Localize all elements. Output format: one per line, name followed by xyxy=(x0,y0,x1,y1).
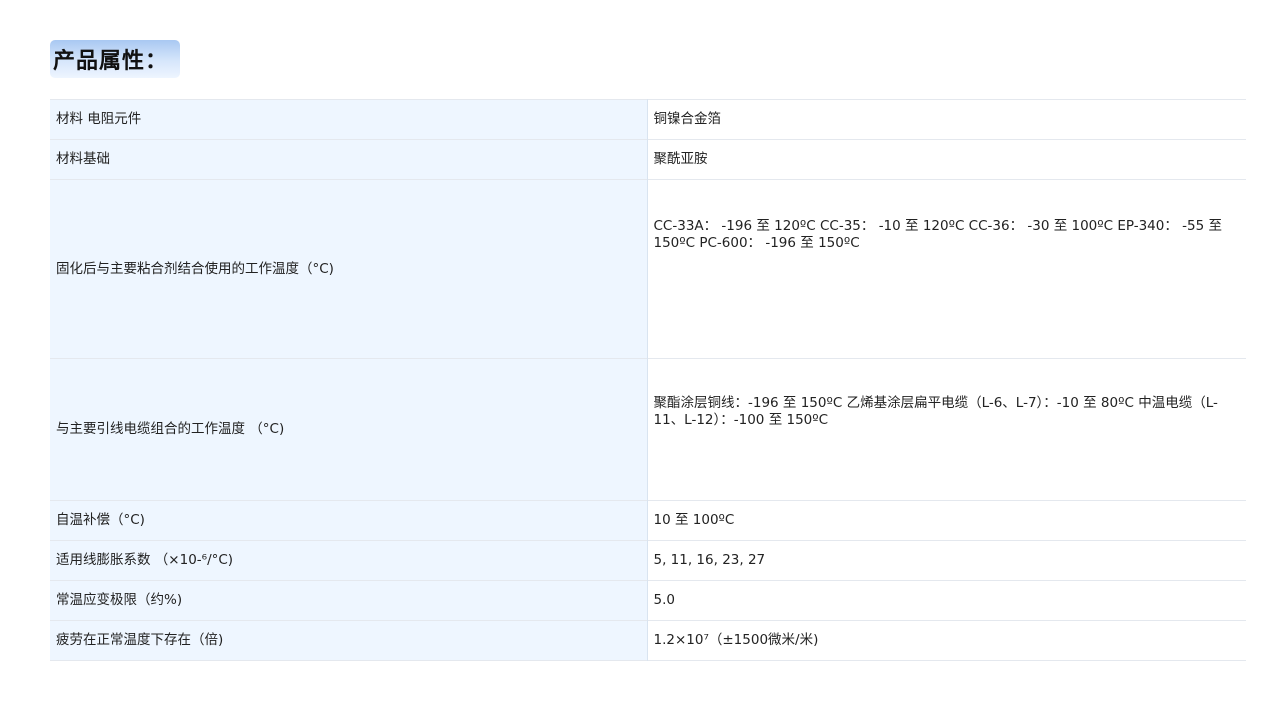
property-name: 材料 电阻元件 xyxy=(50,99,648,140)
property-value: 1.2×10⁷（±1500微米/米) xyxy=(647,620,1246,661)
section-title: 产品属性： xyxy=(50,40,181,78)
property-value: 5, 11, 16, 23, 27 xyxy=(647,540,1246,581)
property-name: 常温应变极限（约%) xyxy=(50,580,648,621)
table-row: 疲劳在正常温度下存在（倍) 1.2×10⁷（±1500微米/米) xyxy=(50,620,1246,661)
properties-table: 材料 电阻元件 铜镍合金箔 材料基础 聚酰亚胺 固化后与主要粘合剂结合使用的工作… xyxy=(50,99,1246,661)
property-name: 自温补偿（°C) xyxy=(50,500,648,541)
table-row: 自温补偿（°C) 10 至 100ºC xyxy=(50,500,1246,541)
table-row: 常温应变极限（约%) 5.0 xyxy=(50,580,1246,621)
property-value: 10 至 100ºC xyxy=(647,500,1246,541)
property-name: 固化后与主要粘合剂结合使用的工作温度（°C) xyxy=(50,179,648,359)
table-row: 材料 电阻元件 铜镍合金箔 xyxy=(50,99,1246,140)
property-value: 聚酰亚胺 xyxy=(647,139,1246,180)
table-row: 固化后与主要粘合剂结合使用的工作温度（°C) CC-33A： -196 至 12… xyxy=(50,179,1246,359)
property-value: CC-33A： -196 至 120ºC CC-35： -10 至 120ºC … xyxy=(647,179,1246,359)
property-name: 与主要引线电缆组合的工作温度 （°C) xyxy=(50,358,648,501)
table-row: 适用线膨胀系数 （×10-⁶/°C) 5, 11, 16, 23, 27 xyxy=(50,540,1246,581)
property-value: 铜镍合金箔 xyxy=(647,99,1246,140)
page: 产品属性： 材料 电阻元件 铜镍合金箔 材料基础 聚酰亚胺 固化后与主要粘合剂结… xyxy=(0,0,1280,720)
property-name: 材料基础 xyxy=(50,139,648,180)
property-name: 疲劳在正常温度下存在（倍) xyxy=(50,620,648,661)
property-value: 聚酯涂层铜线：-196 至 150ºC 乙烯基涂层扁平电缆（L-6、L-7）：-… xyxy=(647,358,1246,501)
property-name: 适用线膨胀系数 （×10-⁶/°C) xyxy=(50,540,648,581)
table-row: 材料基础 聚酰亚胺 xyxy=(50,139,1246,180)
property-value: 5.0 xyxy=(647,580,1246,621)
table-row: 与主要引线电缆组合的工作温度 （°C) 聚酯涂层铜线：-196 至 150ºC … xyxy=(50,358,1246,501)
